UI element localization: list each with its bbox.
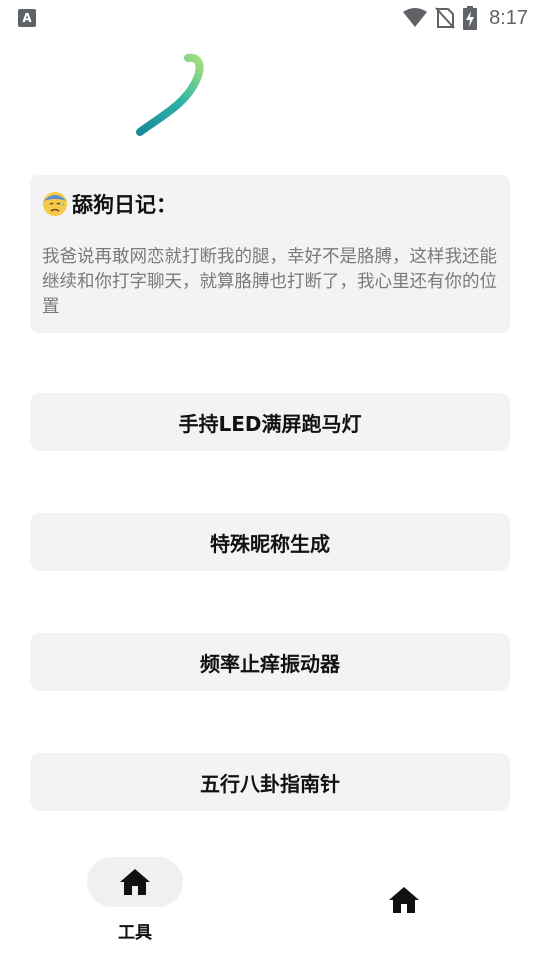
frequency-vibrator-button[interactable]: 频率止痒振动器 [30,633,510,691]
special-nickname-button[interactable]: 特殊昵称生成 [30,513,510,571]
diary-text: 我爸说再敢网恋就打断我的腿，幸好不是胳膊，这样我还能继续和你打字聊天，就算胳膊也… [42,247,497,317]
app-logo [136,53,204,136]
diary-heading: 舔狗日记： [42,189,177,219]
notification-app-icon: A [18,9,36,27]
nav-label-tools: 工具 [118,923,152,943]
no-sim-icon [435,7,455,29]
led-marquee-button[interactable]: 手持LED满屏跑马灯 [30,393,510,451]
status-time: 8:17 [489,6,528,29]
sweat-face-emoji-icon [43,192,67,216]
battery-charging-icon [463,6,478,30]
status-icons: 8:17 [403,6,528,30]
diary-card: 舔狗日记： 我爸说再敢网恋就打断我的腿，幸好不是胳膊，这样我还能继续和你打字聊天… [30,175,510,333]
diary-title: 舔狗日记： [72,193,177,217]
nav-item-tools[interactable]: 工具 [55,840,215,950]
home-icon [389,887,419,913]
nav-item-home[interactable] [324,840,484,950]
status-bar: A 8:17 [0,0,540,36]
home-icon [120,869,150,895]
bottom-navigation: 工具 [0,840,540,960]
bagua-compass-button[interactable]: 五行八卦指南针 [30,753,510,811]
app-screen: A 8:17 舔狗日记： 我爸说再敢网恋就打断我的腿，幸好不是胳膊，这样我还能继… [0,0,540,960]
wifi-icon [403,8,428,27]
notification-app-badge: A [22,11,32,25]
